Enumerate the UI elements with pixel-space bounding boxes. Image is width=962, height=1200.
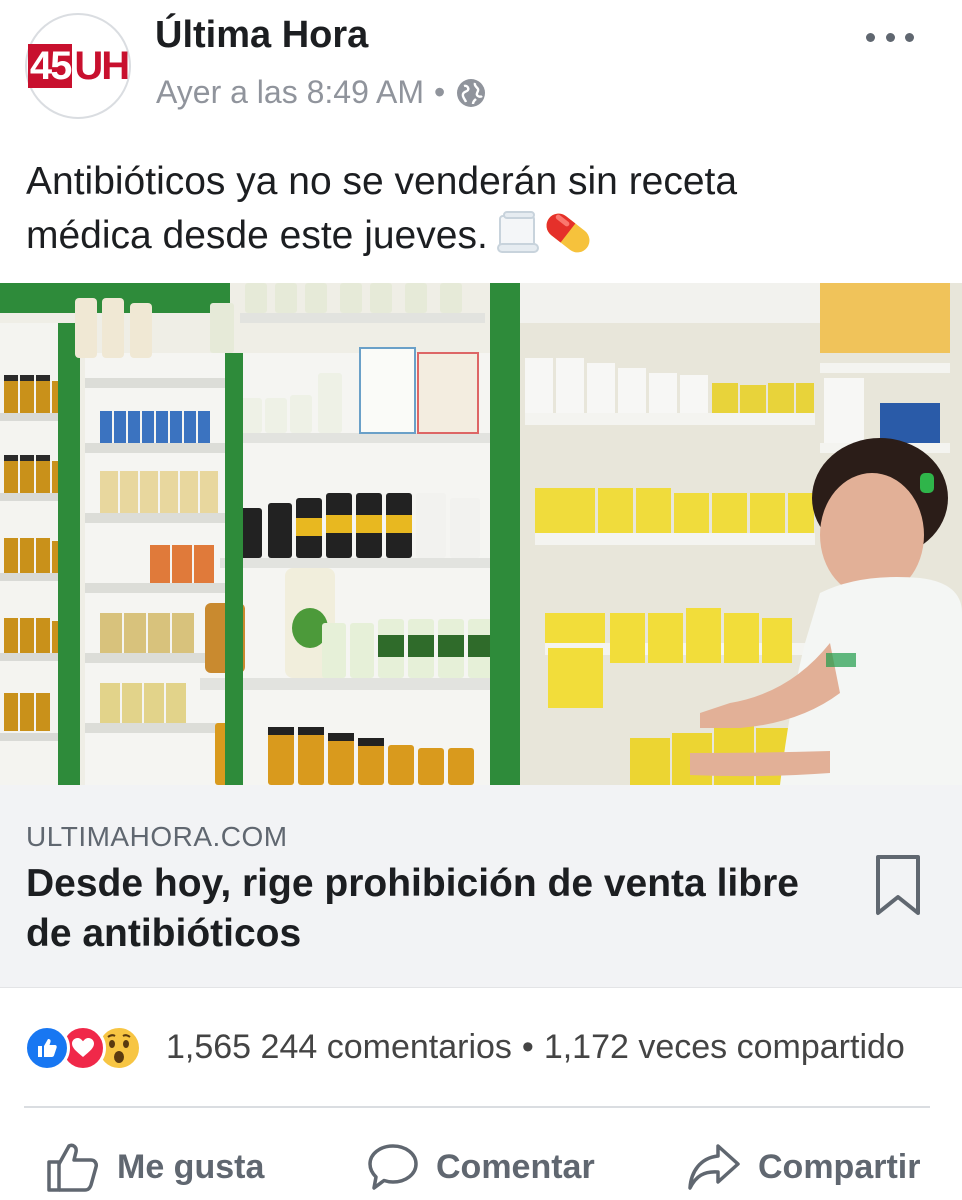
link-domain: ULTIMAHORA.COM	[26, 821, 288, 852]
more-dot	[866, 32, 875, 42]
share-arrow-icon	[688, 1144, 740, 1190]
reaction-count[interactable]: 1,565	[166, 1028, 251, 1066]
comment-button[interactable]: Comentar	[366, 1138, 595, 1196]
comment-bubble-icon	[368, 1144, 418, 1190]
share-count[interactable]: 1,172 veces compartido	[544, 1028, 905, 1066]
more-dot	[885, 32, 895, 42]
page-avatar[interactable]: 45 UH	[25, 13, 131, 119]
pill-emoji-icon	[546, 213, 590, 253]
post-text-line-2-text: médica desde este jueves.	[26, 214, 488, 257]
post-text-line-1: Antibióticos ya no se venderán sin recet…	[26, 160, 738, 203]
thumbs-up-icon	[47, 1143, 98, 1192]
page-name[interactable]: Última Hora	[155, 14, 368, 57]
link-preview[interactable]: ULTIMAHORA.COM Desde hoy, rige prohibici…	[0, 785, 962, 988]
scroll-emoji-icon	[496, 211, 539, 253]
more-options-icon[interactable]	[866, 20, 914, 54]
like-reaction-icon	[24, 1025, 70, 1071]
bookmark-icon[interactable]	[873, 853, 923, 919]
comment-count[interactable]: 244 comentarios	[261, 1028, 512, 1066]
post-text-line-2: médica desde este jueves.	[26, 208, 926, 262]
stats-separator: •	[521, 1028, 534, 1066]
post-meta: Ayer a las 8:49 AM •	[156, 74, 487, 111]
meta-separator: •	[434, 74, 446, 110]
middle-shelves	[75, 283, 500, 785]
pharmacy-photo	[0, 283, 962, 785]
share-button[interactable]: Compartir	[686, 1138, 920, 1196]
globe-icon	[457, 78, 486, 107]
avatar-logo-letters: UH	[74, 44, 130, 88]
post-header: 45 UH Última Hora Ayer a las 8:49 AM •	[0, 0, 962, 140]
engagement-stats: 1,565 244 comentarios • 1,172 veces compar…	[166, 1028, 905, 1067]
avatar-logo-number: 45	[27, 44, 73, 88]
like-label: Me gusta	[117, 1147, 265, 1186]
post-photo[interactable]	[0, 283, 962, 785]
share-label: Compartir	[758, 1147, 921, 1186]
reaction-icons[interactable]	[24, 1024, 142, 1072]
more-dot	[905, 32, 914, 42]
post-text: Antibióticos ya no se venderán sin recet…	[26, 156, 926, 262]
post-timestamp[interactable]: Ayer a las 8:49 AM	[156, 74, 424, 111]
comment-label: Comentar	[436, 1147, 595, 1186]
avatar-logo: 45 UH	[27, 44, 130, 88]
link-title: Desde hoy, rige prohibición de venta lib…	[26, 862, 799, 955]
action-divider	[24, 1106, 930, 1108]
like-button[interactable]: Me gusta	[45, 1138, 264, 1196]
